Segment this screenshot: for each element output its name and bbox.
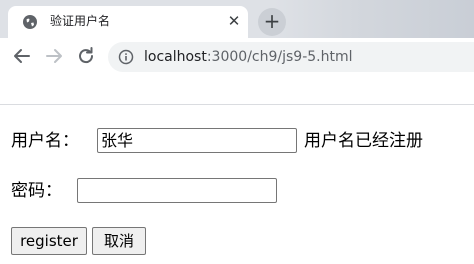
forward-arrow-icon[interactable] xyxy=(42,44,66,68)
url-path: :3000/ch9/js9-5.html xyxy=(206,49,353,65)
chrome-divider xyxy=(0,104,474,105)
username-status-message: 用户名已经注册 xyxy=(304,131,423,151)
close-icon[interactable]: ✕ xyxy=(226,13,242,29)
url-text: localhost:3000/ch9/js9-5.html xyxy=(144,49,353,65)
active-tab[interactable]: 验证用户名 ✕ xyxy=(8,6,248,38)
globe-icon xyxy=(23,15,37,29)
tab-strip: 验证用户名 ✕ + xyxy=(0,0,474,38)
reload-icon[interactable] xyxy=(74,44,98,68)
tab-strip-background xyxy=(274,0,474,38)
info-icon[interactable] xyxy=(118,49,134,65)
username-input[interactable]: 张华 xyxy=(97,128,297,153)
new-tab-button[interactable]: + xyxy=(258,8,286,36)
back-arrow-icon[interactable] xyxy=(10,44,34,68)
url-host: localhost xyxy=(144,49,207,65)
password-input[interactable] xyxy=(77,178,277,203)
address-bar[interactable]: localhost:3000/ch9/js9-5.html xyxy=(108,42,474,72)
password-label: 密码： xyxy=(11,181,62,201)
username-label: 用户名： xyxy=(11,131,79,151)
browser-toolbar: localhost:3000/ch9/js9-5.html xyxy=(0,38,474,74)
register-button[interactable]: register xyxy=(11,227,87,255)
tab-title: 验证用户名 xyxy=(50,14,111,28)
cancel-button[interactable]: 取消 xyxy=(92,227,146,255)
